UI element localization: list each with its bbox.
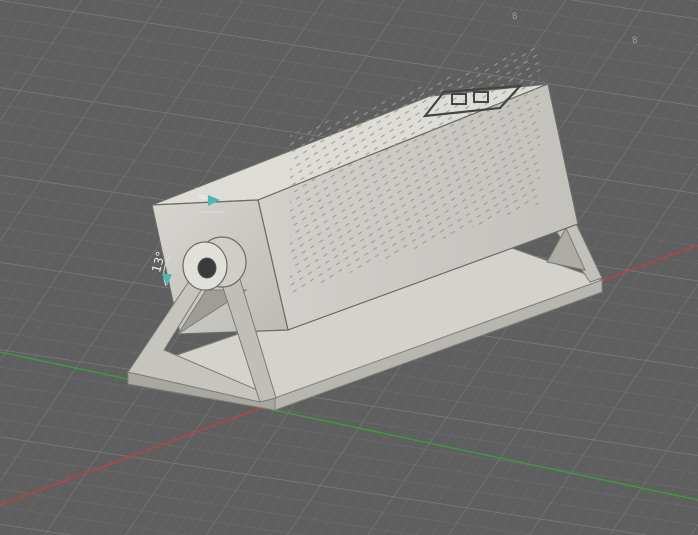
pivot-hole xyxy=(197,257,217,279)
grid-coordinate-label: 8 xyxy=(631,35,639,47)
3d-viewport[interactable]: 13° Ⅱ 8 8 xyxy=(0,0,698,535)
grid-coordinate-label: 8 xyxy=(511,11,519,23)
scene-canvas[interactable]: 13° Ⅱ xyxy=(0,0,698,535)
